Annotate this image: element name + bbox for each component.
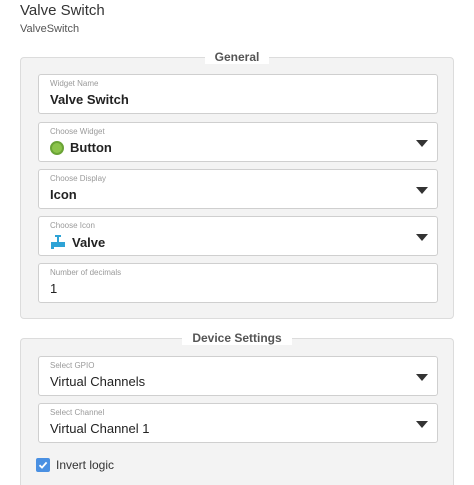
- decimals-label: Number of decimals: [50, 268, 122, 277]
- choose-display-select[interactable]: Choose Display Icon: [38, 169, 438, 209]
- widget-name-label: Widget Name: [50, 79, 99, 88]
- widget-name-field[interactable]: Widget Name Valve Switch: [38, 74, 438, 114]
- channel-label: Select Channel: [50, 408, 105, 417]
- check-icon: [38, 461, 48, 469]
- chevron-down-icon[interactable]: [416, 187, 428, 194]
- device-legend: Device Settings: [21, 331, 453, 345]
- widget-name-value: Valve Switch: [50, 92, 129, 107]
- general-section: General Widget Name Valve Switch Choose …: [20, 50, 454, 319]
- choose-icon-value-wrap: Valve: [50, 234, 105, 250]
- general-legend: General: [21, 50, 453, 64]
- chevron-down-icon[interactable]: [416, 234, 428, 241]
- choose-display-value: Icon: [50, 187, 77, 202]
- gpio-value: Virtual Channels: [50, 374, 146, 389]
- channel-value: Virtual Channel 1: [50, 421, 150, 436]
- channel-select[interactable]: Select Channel Virtual Channel 1: [38, 403, 438, 443]
- choose-widget-label: Choose Widget: [50, 127, 105, 136]
- choose-widget-select[interactable]: Choose Widget Button: [38, 122, 438, 162]
- choose-icon-value: Valve: [72, 234, 106, 250]
- choose-icon-select[interactable]: Choose Icon Valve: [38, 216, 438, 256]
- gpio-select[interactable]: Select GPIO Virtual Channels: [38, 356, 438, 396]
- chevron-down-icon[interactable]: [416, 374, 428, 381]
- chevron-down-icon[interactable]: [416, 140, 428, 147]
- choose-widget-value: Button: [70, 140, 112, 155]
- invert-logic-checkbox[interactable]: [36, 458, 50, 472]
- invert-logic-row[interactable]: Invert logic: [36, 458, 114, 472]
- page-title: Valve Switch: [20, 2, 105, 19]
- decimals-value: 1: [50, 281, 58, 296]
- gpio-label: Select GPIO: [50, 361, 95, 370]
- decimals-field[interactable]: Number of decimals 1: [38, 263, 438, 303]
- device-legend-label: Device Settings: [182, 331, 292, 345]
- valve-icon: [51, 235, 65, 249]
- page-header: Valve Switch ValveSwitch: [20, 2, 105, 35]
- page-subtitle: ValveSwitch: [20, 23, 80, 35]
- choose-display-label: Choose Display: [50, 174, 107, 183]
- choose-icon-label: Choose Icon: [50, 221, 95, 230]
- general-legend-label: General: [204, 50, 270, 64]
- choose-widget-value-wrap: Button: [50, 140, 112, 155]
- chevron-down-icon[interactable]: [416, 421, 428, 428]
- button-icon: [50, 140, 64, 155]
- invert-logic-label: Invert logic: [56, 458, 115, 472]
